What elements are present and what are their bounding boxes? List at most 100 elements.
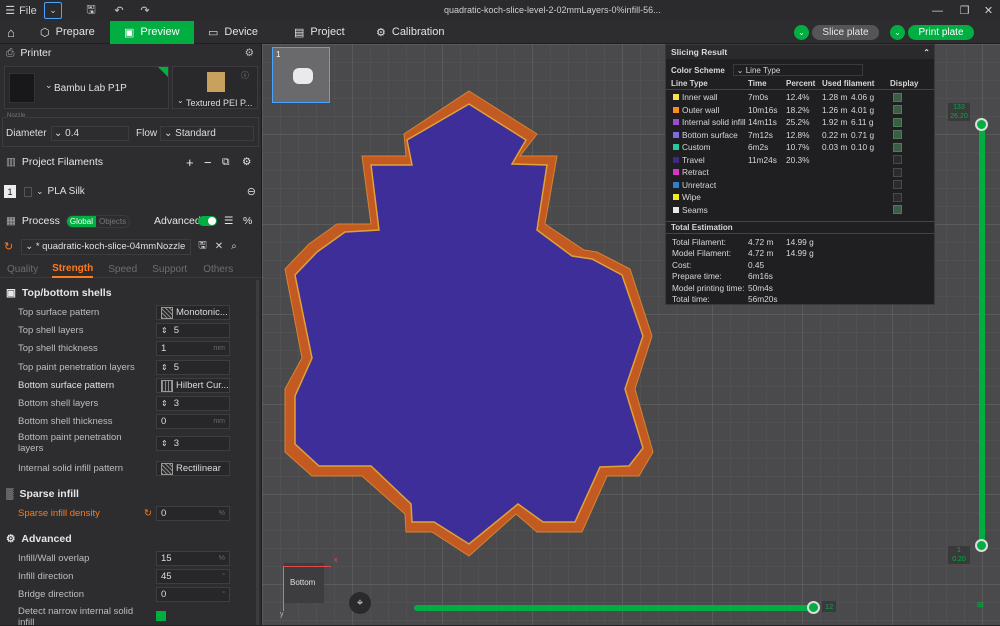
add-filament-icon[interactable]: + — [186, 155, 194, 170]
line-type-header: Line Type Time Percent Used filament Dis… — [666, 77, 934, 90]
view-cube[interactable]: Bottom — [284, 563, 324, 603]
global-toggle[interactable]: Global Objects — [65, 214, 131, 228]
estimation-label: Model Filament: — [672, 248, 732, 259]
detect-narrow-checkbox[interactable] — [156, 611, 166, 621]
line-type-weight: 4.06 g — [851, 92, 875, 103]
print-dropdown-icon[interactable]: ⌄ — [890, 25, 905, 40]
printer-selector[interactable]: ⌄ Bambu Lab P1P — [4, 66, 169, 109]
close-window-button[interactable]: ✕ — [977, 0, 1000, 21]
top-paint-layers-input[interactable]: ⇕ 5 — [156, 360, 230, 375]
tab-support[interactable]: Support — [152, 264, 187, 275]
bottom-shell-thickness-input[interactable]: 0 mm — [156, 414, 230, 429]
undo-icon[interactable]: ↶ — [106, 0, 132, 21]
save-icon[interactable]: 🖫 — [76, 0, 106, 21]
filament-sync-icon[interactable]: ⧉ — [222, 156, 230, 169]
display-checkbox[interactable] — [893, 180, 902, 190]
display-checkbox[interactable] — [893, 205, 902, 215]
display-checkbox[interactable] — [893, 92, 902, 102]
layer-slider-bottom-handle[interactable] — [975, 539, 988, 552]
minimize-button[interactable]: — — [925, 0, 950, 21]
top-shell-thickness-input[interactable]: 1 mm — [156, 341, 230, 356]
dropdown-menu-button[interactable]: ⌄ — [44, 2, 62, 19]
tab-preview[interactable]: ▣ Preview — [110, 20, 194, 44]
stepper-icon[interactable]: ⇕ — [161, 363, 168, 372]
tab-quality[interactable]: Quality — [7, 264, 38, 275]
printer-icon: ⎙ — [6, 46, 15, 59]
display-checkbox[interactable] — [893, 117, 902, 127]
line-type-name: Travel — [682, 154, 705, 165]
sidebar-scrollbar[interactable] — [256, 280, 259, 625]
display-checkbox[interactable] — [893, 167, 902, 177]
line-type-time: 11m24s — [748, 154, 777, 165]
tab-speed[interactable]: Speed — [108, 264, 137, 275]
fit-view-button[interactable]: ⌖ — [349, 592, 371, 614]
home-button[interactable]: ⌂ — [0, 21, 26, 44]
save-preset-icon[interactable]: 🖫 — [198, 238, 207, 255]
flow-select[interactable]: ⌄ Standard — [160, 126, 254, 141]
bottom-shell-layers-input[interactable]: ⇕ 3 — [156, 396, 230, 411]
top-shell-layers-input[interactable]: ⇕ 5 — [156, 323, 230, 338]
layer-slider-top-handle[interactable] — [975, 118, 988, 131]
color-scheme-select[interactable]: ⌄ Line Type — [732, 64, 863, 76]
slice-dropdown-icon[interactable]: ⌄ — [794, 25, 809, 40]
redo-icon[interactable]: ↷ — [132, 0, 158, 21]
left-sidebar: ⎙ Printer ⚙ ⌄ Bambu Lab P1P ⓘ ⌄ Textured … — [0, 44, 262, 626]
restore-button[interactable]: ❐ — [952, 0, 977, 21]
advanced-switch[interactable] — [198, 216, 217, 226]
plate-thumbnail[interactable]: 1 — [272, 47, 330, 103]
collapse-icon[interactable]: ⌃ — [923, 48, 930, 57]
filament-settings-icon[interactable]: ⚙ — [242, 156, 251, 168]
filament-color-swatch[interactable] — [24, 186, 32, 197]
stepper-icon[interactable]: ⇕ — [161, 439, 168, 448]
infill-direction-input[interactable]: 45 ° — [156, 569, 230, 584]
plate-type-selector[interactable]: ⓘ ⌄ Textured PEI P... — [172, 66, 258, 109]
process-profile-select[interactable]: ⌄ * quadratic-koch-slice-04mmNozzle — [21, 238, 192, 255]
remove-filament-item-icon[interactable]: ⊖ — [247, 185, 256, 198]
tab-project[interactable]: ▤ Project — [280, 21, 362, 44]
internal-solid-pattern-select[interactable]: Rectilinear — [156, 461, 230, 476]
percent-icon[interactable]: % — [243, 215, 252, 227]
bottom-surface-pattern-select[interactable]: Hilbert Cur... — [156, 378, 230, 393]
delete-preset-icon[interactable]: ✕ — [215, 241, 223, 252]
estimation-label: Total time: — [672, 294, 710, 305]
reset-icon[interactable]: ↻ — [4, 240, 13, 253]
chevron-down-icon: ⌄ — [177, 96, 184, 105]
display-checkbox[interactable] — [893, 130, 902, 140]
layer-slider-track[interactable] — [979, 124, 985, 547]
line-type-percent: 20.3% — [786, 154, 810, 165]
layer-slider-menu-icon[interactable]: ≋ — [976, 600, 984, 611]
tab-prepare[interactable]: ⬡ Prepare — [26, 21, 110, 44]
tab-strength[interactable]: Strength — [52, 261, 94, 278]
stepper-icon[interactable]: ⇕ — [161, 399, 168, 408]
tab-device[interactable]: ▭ Device — [194, 21, 280, 44]
move-slider-track[interactable] — [414, 605, 814, 611]
slice-plate-button[interactable]: ⌄ Slice plate — [794, 24, 879, 41]
line-type-weight: 0.71 g — [851, 129, 875, 140]
reset-icon[interactable]: ↻ — [144, 508, 152, 519]
filament-item[interactable]: 1 ⌄ PLA Silk ⊖ — [4, 183, 258, 200]
bridge-direction-input[interactable]: 0 ° — [156, 587, 230, 602]
display-checkbox[interactable] — [893, 155, 902, 165]
infill-wall-overlap-input[interactable]: 15% — [156, 551, 230, 566]
line-type-color-swatch — [673, 131, 679, 138]
display-checkbox[interactable] — [893, 105, 902, 115]
print-plate-button[interactable]: ⌄ Print plate — [890, 24, 974, 41]
diameter-select[interactable]: ⌄ 0.4 — [51, 126, 129, 141]
printer-settings-icon[interactable]: ⚙ — [245, 47, 254, 59]
list-icon[interactable]: ☰ — [224, 215, 233, 227]
file-menu[interactable]: ☰ File — [0, 0, 42, 21]
tab-others[interactable]: Others — [203, 264, 233, 275]
title-bar: ☰ File ⌄ 🖫 ↶ ↷ quadratic-koch-slice-level… — [0, 0, 1000, 21]
search-icon[interactable]: ⌕ — [231, 241, 237, 252]
tab-calibration[interactable]: ⚙ Calibration — [362, 21, 462, 44]
move-slider-handle[interactable] — [807, 601, 820, 614]
top-surface-pattern-select[interactable]: Monotonic... — [156, 305, 230, 320]
shells-header: ▣ Top/bottom shells — [6, 287, 112, 299]
bottom-paint-layers-input[interactable]: ⇕ 3 — [156, 435, 230, 451]
info-icon[interactable]: ⓘ — [241, 70, 249, 81]
display-checkbox[interactable] — [893, 142, 902, 152]
remove-filament-icon[interactable]: − — [204, 155, 212, 170]
display-checkbox[interactable] — [893, 192, 902, 202]
sparse-density-input[interactable]: 0% — [156, 506, 230, 521]
stepper-icon[interactable]: ⇕ — [161, 326, 168, 335]
